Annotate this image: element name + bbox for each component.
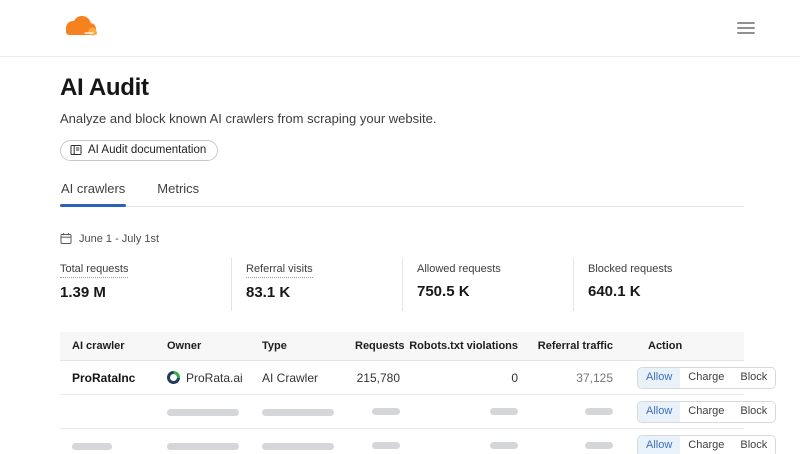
skeleton-bar <box>167 409 239 416</box>
crawlers-table: AI crawler Owner Type Requests Robots.tx… <box>60 332 744 454</box>
table-header-row: AI crawler Owner Type Requests Robots.tx… <box>60 332 744 361</box>
stat-label: Blocked requests <box>588 263 672 277</box>
skeleton-bar <box>72 443 112 450</box>
skeleton-bar <box>262 409 334 416</box>
charge-button[interactable]: Charge <box>680 436 732 454</box>
date-range[interactable]: June 1 - July 1st <box>60 232 744 245</box>
skeleton-bar <box>490 442 518 449</box>
action-segmented-control: Allow Charge Block <box>637 401 776 423</box>
skeleton-bar <box>262 443 334 450</box>
tab-metrics[interactable]: Metrics <box>156 176 200 206</box>
action-cell: Allow Charge Block <box>613 401 776 423</box>
stat-label: Total requests <box>60 263 128 278</box>
action-segmented-control: Allow Charge Block <box>637 435 776 454</box>
crawler-type: AI Crawler <box>262 371 355 385</box>
action-cell: Allow Charge Block <box>613 435 776 454</box>
col-owner: Owner <box>167 340 262 352</box>
table-row-proratainc: ProRataInc ProRata.ai AI Crawler 215,780… <box>60 361 744 395</box>
calendar-icon <box>60 232 72 245</box>
col-referral-traffic: Referral traffic <box>518 340 613 352</box>
skeleton-bar <box>585 442 613 449</box>
block-button[interactable]: Block <box>732 402 775 422</box>
top-navigation-bar <box>0 0 800 57</box>
requests-value: 215,780 <box>355 371 400 385</box>
prorata-logo-icon <box>167 371 180 384</box>
skeleton-bar <box>372 442 400 449</box>
allow-button[interactable]: Allow <box>638 402 680 422</box>
ai-audit-documentation-button[interactable]: AI Audit documentation <box>60 140 218 161</box>
skeleton-bar <box>490 408 518 415</box>
doc-button-label: AI Audit documentation <box>88 144 206 156</box>
col-ai-crawler: AI crawler <box>72 340 167 352</box>
skeleton-bar <box>372 408 400 415</box>
table-row-skeleton: Allow Charge Block <box>60 429 744 454</box>
crawler-name: ProRataInc <box>72 371 167 385</box>
block-button[interactable]: Block <box>732 436 775 454</box>
col-type: Type <box>262 340 355 352</box>
tab-bar: AI crawlers Metrics <box>60 176 744 207</box>
block-button[interactable]: Block <box>732 368 775 388</box>
action-segmented-control: Allow Charge Block <box>637 367 776 389</box>
stat-value: 750.5 K <box>417 283 573 300</box>
documentation-book-icon <box>70 144 82 156</box>
page-title: AI Audit <box>60 74 744 102</box>
stat-blocked-requests: Blocked requests 640.1 K <box>573 258 744 311</box>
allow-button[interactable]: Allow <box>638 368 680 388</box>
stat-label: Referral visits <box>246 263 313 278</box>
col-robots-violations: Robots.txt violations <box>400 340 518 352</box>
hamburger-menu-icon[interactable] <box>737 22 755 34</box>
violations-value: 0 <box>400 371 518 385</box>
stat-label: Allowed requests <box>417 263 501 277</box>
stat-referral-visits: Referral visits 83.1 K <box>231 258 402 311</box>
skeleton-bar <box>585 408 613 415</box>
stat-value: 640.1 K <box>588 283 744 300</box>
owner-cell: ProRata.ai <box>167 371 262 385</box>
tab-ai-crawlers[interactable]: AI crawlers <box>60 176 126 206</box>
skeleton-bar <box>167 443 239 450</box>
allow-button[interactable]: Allow <box>638 436 680 454</box>
table-row-skeleton: Allow Charge Block <box>60 395 744 429</box>
charge-button[interactable]: Charge <box>680 368 732 388</box>
stat-value: 1.39 M <box>60 284 231 301</box>
col-action: Action <box>613 340 732 352</box>
stat-allowed-requests: Allowed requests 750.5 K <box>402 258 573 311</box>
cloudflare-logo[interactable] <box>60 14 102 42</box>
stat-value: 83.1 K <box>246 284 402 301</box>
charge-button[interactable]: Charge <box>680 402 732 422</box>
owner-name: ProRata.ai <box>186 371 243 385</box>
main-content: AI Audit Analyze and block known AI craw… <box>0 74 800 454</box>
col-requests: Requests <box>355 340 400 352</box>
date-range-label: June 1 - July 1st <box>79 233 159 245</box>
stats-row: Total requests 1.39 M Referral visits 83… <box>60 258 744 311</box>
page-subtitle: Analyze and block known AI crawlers from… <box>60 111 744 126</box>
referral-value: 37,125 <box>518 371 613 385</box>
stat-total-requests: Total requests 1.39 M <box>60 258 231 311</box>
action-cell: Allow Charge Block <box>613 367 776 389</box>
